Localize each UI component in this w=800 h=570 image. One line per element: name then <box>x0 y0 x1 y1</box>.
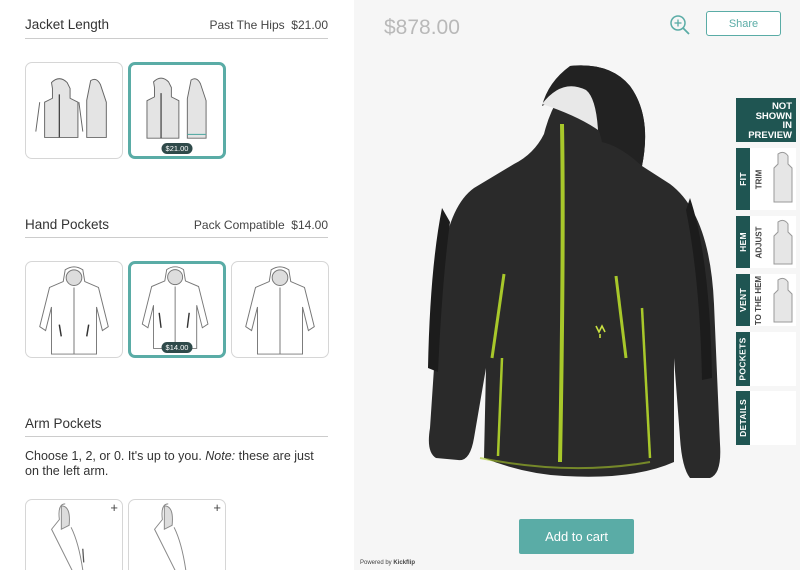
arm-pocket-option-2[interactable]: + <box>128 499 226 570</box>
arm-outline-icon <box>153 503 187 570</box>
preview-panel: $878.00 Share NOT SHOWN IN PREVIEW FIT T… <box>354 0 800 570</box>
length-option-past-the-hips[interactable]: $21.00 <box>128 62 226 159</box>
jacket-thumbnail-icon <box>773 151 793 203</box>
section-divider <box>25 237 328 238</box>
not-shown-in-preview-label: NOT SHOWN IN PREVIEW <box>736 98 796 142</box>
section-title: Jacket Length <box>25 17 110 32</box>
section-selection: Pack Compatible $14.00 <box>193 218 328 232</box>
add-icon: + <box>110 500 118 515</box>
hand-pocket-option-standard[interactable] <box>25 261 123 358</box>
side-tab-label: POCKETS <box>738 337 749 381</box>
jacket-outline-icon <box>245 266 315 355</box>
section-title: Arm Pockets <box>25 416 102 431</box>
jacket-length-header: Jacket Length Past The Hips $21.00 <box>25 17 328 33</box>
add-icon: + <box>213 500 221 515</box>
side-tab-hem[interactable]: HEM ADJUST <box>736 216 796 268</box>
share-button[interactable]: Share <box>706 11 781 36</box>
jacket-preview-image <box>428 65 721 478</box>
side-tab-label: HEM <box>738 232 749 252</box>
jacket-outline-icon <box>35 78 107 138</box>
option-price-badge: $21.00 <box>161 143 193 154</box>
arm-pockets-header: Arm Pockets <box>25 416 328 432</box>
arm-pockets-description: Choose 1, 2, or 0. It's up to you. Note:… <box>25 449 314 478</box>
hand-pocket-option-pack-compatible[interactable]: $14.00 <box>128 261 226 358</box>
add-to-cart-button[interactable]: Add to cart <box>519 519 634 554</box>
side-tab-sublabel: ADJUST <box>754 225 764 259</box>
hand-pockets-header: Hand Pockets Pack Compatible $14.00 <box>25 217 328 233</box>
side-tab-label: VENT <box>738 288 748 312</box>
arm-pocket-option-1[interactable]: + <box>25 499 123 570</box>
total-price: $878.00 <box>384 16 460 39</box>
option-price-badge: $14.00 <box>161 342 193 353</box>
side-tab-pockets[interactable]: POCKETS <box>736 332 796 386</box>
zoom-in-icon[interactable] <box>669 14 691 36</box>
options-panel: Jacket Length Past The Hips $21.00 $21.0… <box>0 0 354 570</box>
section-selection: Past The Hips $21.00 <box>209 18 328 32</box>
jacket-thumbnail-icon <box>773 277 793 323</box>
side-tab-label: DETAILS <box>738 399 748 437</box>
side-tab-sublabel: TRIM <box>754 169 764 189</box>
length-option-hip[interactable] <box>25 62 123 159</box>
section-divider <box>25 436 328 437</box>
arm-outline-icon <box>50 503 85 570</box>
side-tab-vent[interactable]: VENT TO THE HEM <box>736 274 796 326</box>
hand-pocket-option-none[interactable] <box>231 261 329 358</box>
side-tab-fit[interactable]: FIT TRIM <box>736 148 796 210</box>
side-tab-details[interactable]: DETAILS <box>736 391 796 445</box>
jacket-thumbnail-icon <box>773 219 793 265</box>
side-tab-sublabel: TO THE HEM <box>754 275 764 325</box>
section-divider <box>25 38 328 39</box>
jacket-outline-icon <box>39 266 109 355</box>
side-tab-label: FIT <box>738 172 748 186</box>
powered-by-credit[interactable]: Powered by Kickflip <box>360 560 415 566</box>
section-title: Hand Pockets <box>25 217 110 232</box>
